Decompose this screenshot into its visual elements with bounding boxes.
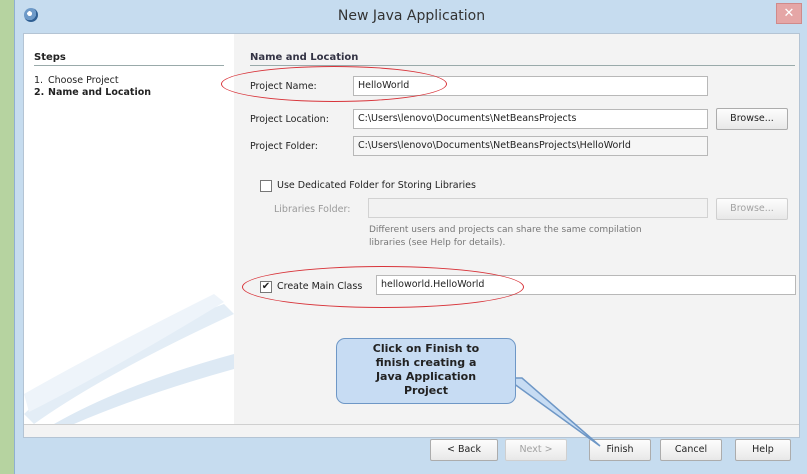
- step-choose-project: 1. Choose Project: [34, 75, 119, 86]
- step-label: Name and Location: [48, 87, 152, 98]
- libraries-folder-input[interactable]: [368, 198, 708, 218]
- highlight-create-main-class: [242, 266, 524, 308]
- steps-divider: [34, 65, 224, 66]
- browse-location-button[interactable]: Browse...: [716, 108, 788, 130]
- next-button[interactable]: Next >: [505, 439, 567, 461]
- project-folder-label: Project Folder:: [250, 141, 318, 152]
- steps-title: Steps: [34, 52, 66, 63]
- highlight-project-name: [221, 66, 447, 102]
- finish-callout: Click on Finish to finish creating a Jav…: [336, 338, 516, 404]
- libraries-folder-label: Libraries Folder:: [274, 204, 351, 215]
- section-title: Name and Location: [250, 52, 359, 63]
- callout-line: Java Application: [375, 370, 477, 383]
- step-name-and-location: 2. Name and Location: [34, 87, 152, 98]
- help-button[interactable]: Help: [735, 439, 791, 461]
- libraries-note-line2: libraries (see Help for details).: [369, 238, 506, 248]
- dedicated-folder-checkbox[interactable]: [260, 180, 272, 192]
- callout-line: Click on Finish to: [372, 342, 480, 355]
- back-button[interactable]: < Back: [430, 439, 498, 461]
- callout-line: finish creating a: [375, 356, 477, 369]
- finish-button[interactable]: Finish: [589, 439, 651, 461]
- title-bar[interactable]: New Java Application ✕: [15, 0, 807, 33]
- browse-libraries-button[interactable]: Browse...: [716, 198, 788, 220]
- decorative-swoosh: [24, 294, 234, 424]
- dedicated-folder-label[interactable]: Use Dedicated Folder for Storing Librari…: [277, 180, 476, 191]
- cancel-button[interactable]: Cancel: [660, 439, 722, 461]
- step-label: Choose Project: [48, 75, 119, 86]
- project-location-input[interactable]: C:\Users\lenovo\Documents\NetBeansProjec…: [353, 109, 708, 129]
- libraries-note-line1: Different users and projects can share t…: [369, 225, 642, 235]
- project-location-label: Project Location:: [250, 114, 329, 125]
- libraries-note: Different users and projects can share t…: [369, 224, 642, 250]
- steps-pane: Steps 1. Choose Project 2. Name and Locati…: [24, 34, 234, 424]
- close-button[interactable]: ✕: [776, 3, 802, 24]
- project-folder-field[interactable]: C:\Users\lenovo\Documents\NetBeansProjec…: [353, 136, 708, 156]
- callout-line: Project: [403, 384, 449, 397]
- button-bar-divider: [24, 424, 799, 425]
- window-title: New Java Application: [337, 8, 486, 24]
